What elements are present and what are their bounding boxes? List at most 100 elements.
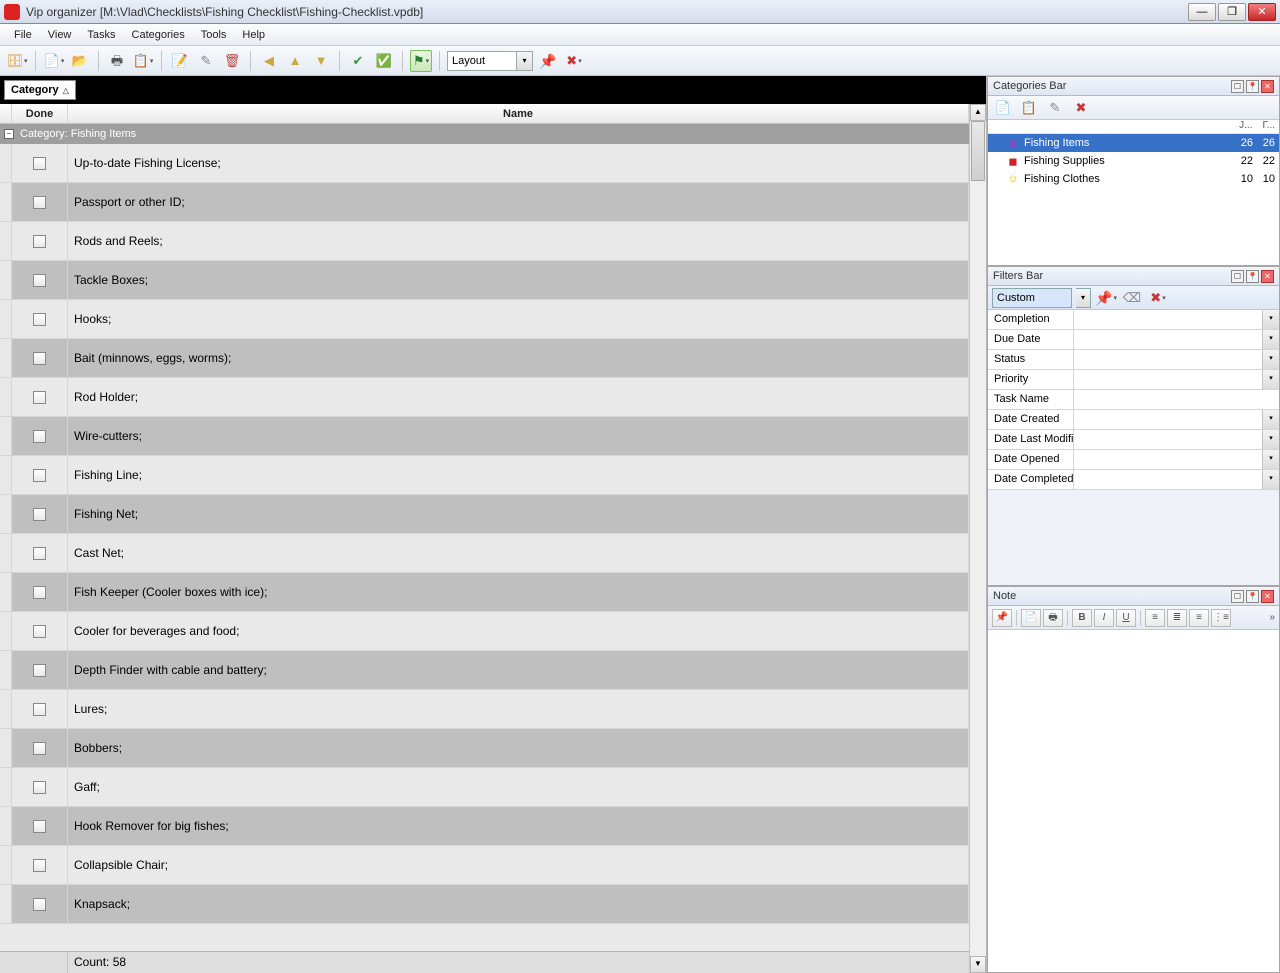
dropdown-icon[interactable]: ▾: [1262, 450, 1279, 469]
note-align-right-button[interactable]: ≡: [1189, 609, 1209, 627]
filter-field[interactable]: Completion▾: [988, 310, 1279, 330]
edit-button[interactable]: [195, 50, 217, 72]
note-button[interactable]: [169, 50, 191, 72]
done-cell[interactable]: [12, 690, 68, 728]
filter-field[interactable]: Date Created▾: [988, 410, 1279, 430]
groupby-chip[interactable]: Category △: [4, 80, 76, 100]
done-cell[interactable]: [12, 417, 68, 455]
maximize-button[interactable]: ❐: [1218, 3, 1246, 21]
filter-value[interactable]: [1074, 430, 1262, 449]
done-cell[interactable]: [12, 573, 68, 611]
checkbox-icon[interactable]: [33, 625, 46, 638]
filter-pin-button[interactable]: ▾: [1095, 287, 1117, 309]
clear-button[interactable]: ▾: [563, 50, 585, 72]
note-list-button[interactable]: ⋮≡: [1211, 609, 1231, 627]
db-button[interactable]: ▾: [6, 50, 28, 72]
task-row[interactable]: Up-to-date Fishing License;: [0, 144, 969, 183]
task-row[interactable]: Collapsible Chair;: [0, 846, 969, 885]
dropdown-icon[interactable]: ▾: [1262, 410, 1279, 429]
category-item[interactable]: Fishing Supplies2222: [988, 152, 1279, 170]
filter-value[interactable]: [1074, 470, 1262, 489]
checkbox-icon[interactable]: [33, 664, 46, 677]
vertical-scrollbar[interactable]: ▲ ▼: [969, 104, 986, 973]
filter-clear-button[interactable]: ▾: [1147, 287, 1169, 309]
filter-field[interactable]: Priority▾: [988, 370, 1279, 390]
delete-button[interactable]: [221, 50, 243, 72]
filter-value[interactable]: [1074, 350, 1262, 369]
task-row[interactable]: Bobbers;: [0, 729, 969, 768]
note-align-left-button[interactable]: ≡: [1145, 609, 1165, 627]
done-cell[interactable]: [12, 807, 68, 845]
clipboard-button[interactable]: ▾: [132, 50, 154, 72]
category-item[interactable]: Fishing Items2626: [988, 134, 1279, 152]
filter-erase-button[interactable]: [1121, 287, 1143, 309]
done-cell[interactable]: [12, 339, 68, 377]
filter-value[interactable]: [1074, 450, 1262, 469]
pin-button[interactable]: [537, 50, 559, 72]
move-left-button[interactable]: [258, 50, 280, 72]
checkbox-icon[interactable]: [33, 391, 46, 404]
checkbox-icon[interactable]: [33, 547, 46, 560]
task-row[interactable]: Cooler for beverages and food;: [0, 612, 969, 651]
filter-value[interactable]: [1074, 410, 1262, 429]
done-cell[interactable]: [12, 456, 68, 494]
menu-tools[interactable]: Tools: [193, 26, 235, 44]
category-item[interactable]: Fishing Clothes1010: [988, 170, 1279, 188]
new-button[interactable]: ▾: [43, 50, 65, 72]
task-row[interactable]: Passport or other ID;: [0, 183, 969, 222]
check-button[interactable]: [347, 50, 369, 72]
move-up-button[interactable]: [284, 50, 306, 72]
cat-list-button[interactable]: [1018, 97, 1040, 119]
note-italic-button[interactable]: I: [1094, 609, 1114, 627]
scroll-down-button[interactable]: ▼: [970, 956, 986, 973]
dropdown-icon[interactable]: ▾: [1262, 470, 1279, 489]
done-cell[interactable]: [12, 768, 68, 806]
dropdown-icon[interactable]: ▾: [1262, 370, 1279, 389]
panel-close-button[interactable]: ✕: [1261, 270, 1274, 283]
menu-file[interactable]: File: [6, 26, 40, 44]
task-row[interactable]: Fishing Line;: [0, 456, 969, 495]
note-editor[interactable]: [988, 630, 1279, 972]
cat-delete-button[interactable]: [1070, 97, 1092, 119]
panel-pin-button[interactable]: 📍: [1246, 270, 1259, 283]
filter-value[interactable]: [1074, 390, 1279, 409]
close-button[interactable]: ✕: [1248, 3, 1276, 21]
filter-field[interactable]: Status▾: [988, 350, 1279, 370]
print-button[interactable]: [106, 50, 128, 72]
note-underline-button[interactable]: U: [1116, 609, 1136, 627]
checkbox-icon[interactable]: [33, 352, 46, 365]
done-cell[interactable]: [12, 846, 68, 884]
move-down-button[interactable]: [310, 50, 332, 72]
note-pin-button[interactable]: 📌: [992, 609, 1012, 627]
done-cell[interactable]: [12, 378, 68, 416]
done-cell[interactable]: [12, 222, 68, 260]
note-bold-button[interactable]: B: [1072, 609, 1092, 627]
panel-close-button[interactable]: ✕: [1261, 590, 1274, 603]
filter-field[interactable]: Task Name: [988, 390, 1279, 410]
filter-field[interactable]: Date Completed▾: [988, 470, 1279, 490]
dropdown-icon[interactable]: ▾: [1262, 430, 1279, 449]
note-print-button[interactable]: 🖶: [1043, 609, 1063, 627]
task-row[interactable]: Fishing Net;: [0, 495, 969, 534]
toolbar-overflow-icon[interactable]: »: [1269, 612, 1275, 623]
filter-preset-dropdown[interactable]: ▾: [1076, 288, 1091, 308]
task-row[interactable]: Lures;: [0, 690, 969, 729]
checkbox-icon[interactable]: [33, 742, 46, 755]
layout-selector[interactable]: Layout ▾: [447, 50, 533, 72]
filter-value[interactable]: [1074, 370, 1262, 389]
filter-value[interactable]: [1074, 310, 1262, 329]
checkbox-icon[interactable]: [33, 781, 46, 794]
dropdown-icon[interactable]: ▾: [1262, 350, 1279, 369]
task-row[interactable]: Hooks;: [0, 300, 969, 339]
task-row[interactable]: Bait (minnows, eggs, worms);: [0, 339, 969, 378]
panel-restore-button[interactable]: ☐: [1231, 270, 1244, 283]
done-cell[interactable]: [12, 495, 68, 533]
dropdown-icon[interactable]: ▾: [1262, 310, 1279, 329]
task-row[interactable]: Hook Remover for big fishes;: [0, 807, 969, 846]
col-done[interactable]: Done: [12, 104, 68, 123]
done-cell[interactable]: [12, 651, 68, 689]
panel-pin-button[interactable]: 📍: [1246, 80, 1259, 93]
done-cell[interactable]: [12, 261, 68, 299]
filter-value[interactable]: [1074, 330, 1262, 349]
minimize-button[interactable]: —: [1188, 3, 1216, 21]
